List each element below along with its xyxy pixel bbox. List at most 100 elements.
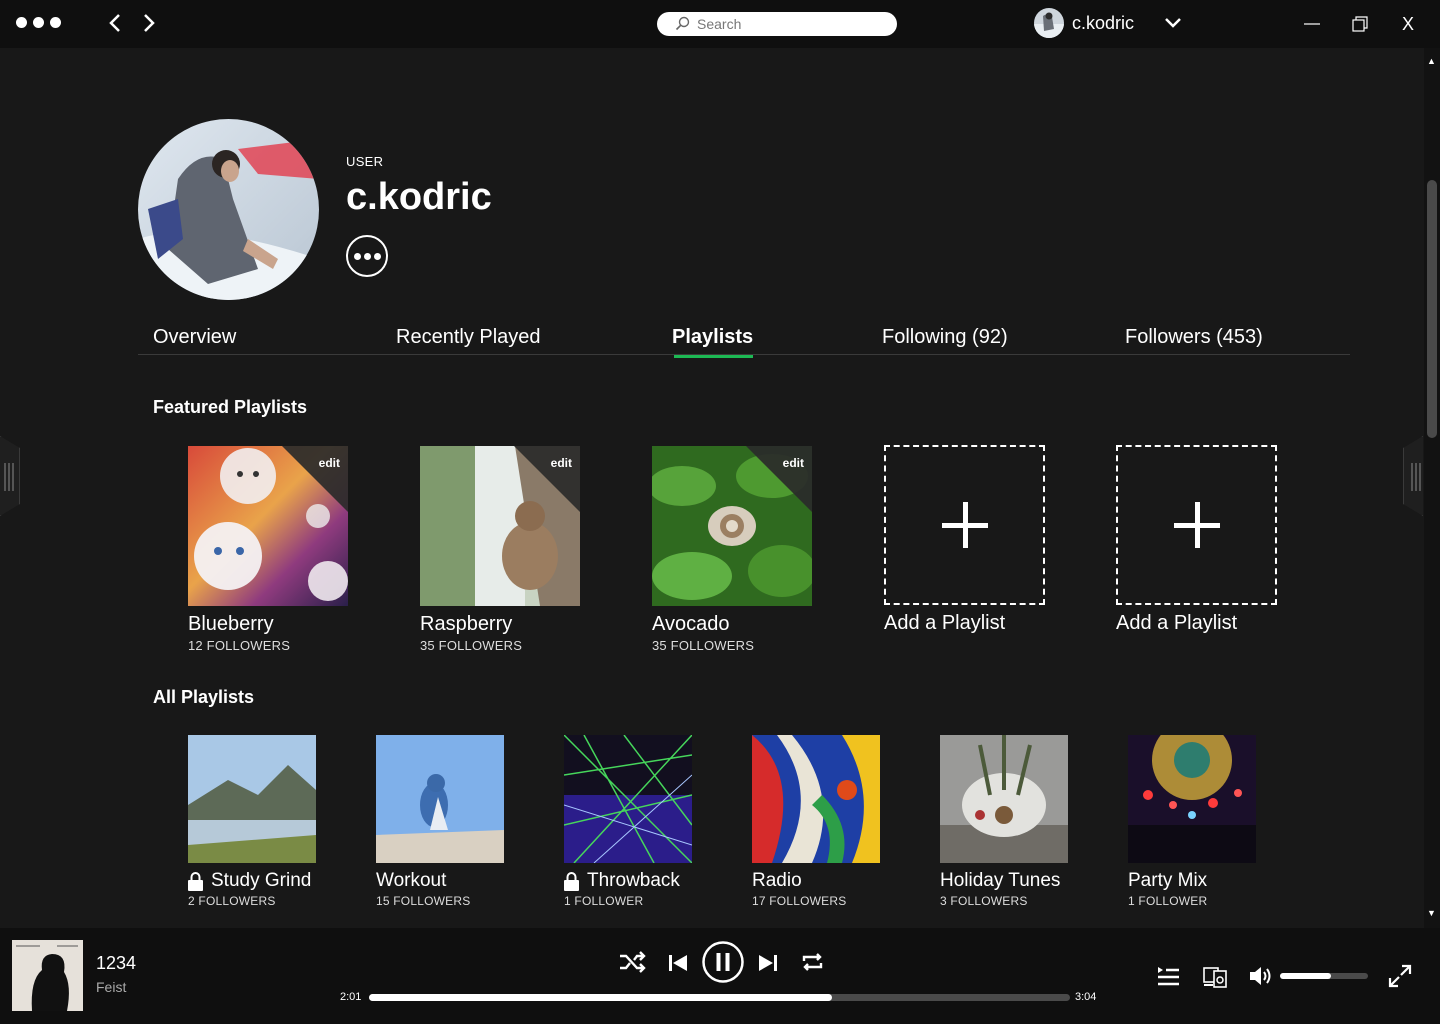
playlist-followers: 1 FOLLOWER	[564, 894, 644, 908]
profile-avatar	[138, 119, 319, 300]
featured-playlists-heading: Featured Playlists	[153, 397, 308, 417]
fullscreen-icon[interactable]	[1388, 964, 1412, 988]
search-box[interactable]	[657, 12, 897, 36]
tab-followers[interactable]: Followers (453)	[1125, 326, 1263, 349]
lock-icon	[564, 872, 579, 891]
search-icon	[675, 16, 690, 31]
playlist-followers: 1 FOLLOWER	[1128, 894, 1208, 908]
edit-playlist-button[interactable]: edit	[319, 456, 340, 470]
scroll-up-icon[interactable]: ▲	[1427, 56, 1436, 66]
playlist-followers: 12 FOLLOWERS	[188, 638, 291, 653]
playlist-followers: 35 FOLLOWERS	[652, 638, 755, 653]
playlist-cover	[752, 735, 880, 863]
featured-playlist-card[interactable]: edit Blueberry 12 FOLLOWERS	[188, 446, 348, 653]
left-panel-handle[interactable]	[0, 436, 20, 516]
playlist-card[interactable]: Study Grind 2 FOLLOWERS	[188, 735, 318, 908]
playlist-title[interactable]: Avocado	[652, 613, 812, 636]
playlist-cover: edit	[652, 446, 812, 606]
right-panel-handle[interactable]	[1403, 436, 1423, 516]
add-playlist-label[interactable]: Add a Playlist	[1116, 612, 1276, 635]
tab-overview[interactable]: Overview	[153, 326, 236, 349]
volume-slider[interactable]	[1280, 973, 1368, 979]
playlist-followers: 17 FOLLOWERS	[752, 894, 847, 908]
add-playlist-card[interactable]: Add a Playlist	[1116, 445, 1277, 635]
playback-progress-bar[interactable]	[369, 994, 1070, 1001]
playlist-title[interactable]: Party Mix	[1128, 870, 1258, 892]
playlist-cover	[940, 735, 1068, 863]
forward-arrow-icon[interactable]	[138, 12, 160, 34]
playlist-card[interactable]: Party Mix 1 FOLLOWER	[1128, 735, 1258, 908]
playlist-title[interactable]: Throwback	[587, 870, 680, 892]
playlist-cover	[564, 735, 692, 863]
user-name: c.kodric	[1072, 12, 1135, 33]
app-menu-button[interactable]	[16, 17, 61, 28]
lock-icon	[188, 872, 203, 891]
track-title[interactable]: 1234	[96, 953, 136, 974]
player-bar: 1234 Feist 2:01 3:04	[0, 928, 1440, 1024]
featured-playlist-card[interactable]: edit Raspberry 35 FOLLOWERS	[420, 446, 580, 653]
track-artist[interactable]: Feist	[96, 979, 126, 995]
tab-playlists[interactable]: Playlists	[672, 326, 754, 358]
playlist-cover	[376, 735, 504, 863]
scrollbar-thumb[interactable]	[1427, 180, 1437, 438]
playlist-cover: edit	[188, 446, 348, 606]
plus-icon	[941, 502, 988, 548]
volume-icon[interactable]	[1249, 965, 1273, 987]
playlist-card[interactable]: Radio 17 FOLLOWERS	[752, 735, 882, 908]
add-playlist-label[interactable]: Add a Playlist	[884, 612, 1044, 635]
repeat-icon[interactable]	[801, 951, 824, 973]
playlist-title[interactable]: Holiday Tunes	[940, 870, 1070, 892]
plus-icon	[1173, 502, 1220, 548]
playlist-card[interactable]: Workout 15 FOLLOWERS	[376, 735, 506, 908]
playlist-title[interactable]: Workout	[376, 870, 506, 892]
add-playlist-button[interactable]	[1116, 445, 1277, 605]
devices-icon[interactable]	[1203, 964, 1228, 988]
playlist-cover	[1128, 735, 1256, 863]
profile-tabs: Overview Recently Played Playlists Follo…	[138, 318, 1350, 358]
shuffle-icon[interactable]	[619, 950, 646, 974]
playlist-followers: 15 FOLLOWERS	[376, 894, 471, 908]
scrollbar[interactable]: ▲ ▼	[1424, 48, 1440, 928]
elapsed-time: 2:01	[340, 991, 362, 1003]
playlist-followers: 3 FOLLOWERS	[940, 894, 1028, 908]
playlist-title[interactable]: Raspberry	[420, 613, 580, 636]
track-duration: 3:04	[1075, 991, 1097, 1003]
edit-playlist-button[interactable]: edit	[551, 456, 572, 470]
playlist-followers: 35 FOLLOWERS	[420, 638, 523, 653]
user-menu[interactable]: c.kodric	[1034, 8, 1182, 38]
add-playlist-card[interactable]: Add a Playlist	[884, 445, 1045, 635]
scroll-down-icon[interactable]: ▼	[1427, 908, 1436, 918]
more-options-button[interactable]	[346, 235, 388, 277]
profile-type-label: USER	[346, 154, 384, 169]
tab-following[interactable]: Following (92)	[882, 326, 1008, 349]
tab-recently-played[interactable]: Recently Played	[396, 326, 541, 349]
now-playing-cover[interactable]	[12, 940, 83, 1011]
volume-fill	[1280, 973, 1332, 979]
pause-button[interactable]	[702, 941, 744, 983]
next-track-icon[interactable]	[758, 953, 778, 973]
queue-icon[interactable]	[1157, 965, 1180, 987]
search-input[interactable]	[697, 16, 887, 32]
playlist-card[interactable]: Holiday Tunes 3 FOLLOWERS	[940, 735, 1070, 908]
playlist-title[interactable]: Blueberry	[188, 613, 348, 636]
edit-playlist-button[interactable]: edit	[783, 456, 804, 470]
back-arrow-icon[interactable]	[104, 12, 126, 34]
previous-track-icon[interactable]	[668, 953, 688, 973]
add-playlist-button[interactable]	[884, 445, 1045, 605]
progress-fill	[369, 994, 832, 1001]
playlist-card[interactable]: Throwback 1 FOLLOWER	[564, 735, 694, 908]
playlist-cover	[188, 735, 316, 863]
playlist-cover: edit	[420, 446, 580, 606]
playlist-title[interactable]: Radio	[752, 870, 882, 892]
chevron-down-icon[interactable]	[1164, 17, 1182, 29]
playlist-followers: 2 FOLLOWERS	[188, 894, 276, 908]
minimize-icon[interactable]	[1300, 12, 1324, 36]
all-playlists-heading: All Playlists	[153, 687, 255, 707]
close-button[interactable]: X	[1396, 12, 1420, 36]
playlist-title[interactable]: Study Grind	[211, 870, 311, 892]
restore-icon[interactable]	[1348, 12, 1372, 36]
profile-name: c.kodric	[346, 176, 492, 218]
featured-playlist-card[interactable]: edit Avocado 35 FOLLOWERS	[652, 446, 812, 653]
user-avatar	[1034, 8, 1064, 38]
title-bar: c.kodric X	[0, 0, 1440, 48]
